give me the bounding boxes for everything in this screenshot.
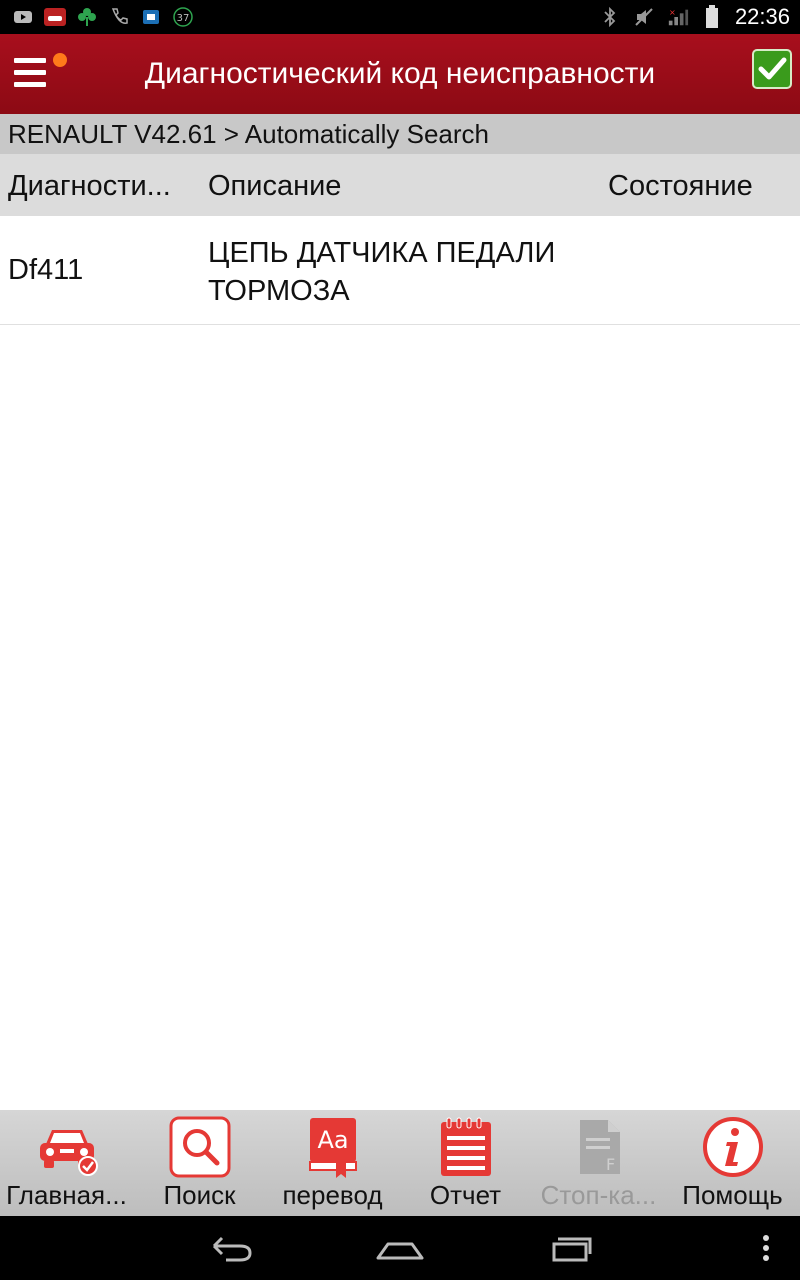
column-header-status[interactable]: Состояние [608, 154, 788, 216]
overflow-menu-icon [763, 1235, 769, 1261]
help-button-label: Помощь [682, 1180, 783, 1210]
youtube-icon [12, 7, 34, 27]
translate-button-label: перевод [282, 1180, 383, 1210]
dtc-code: Df411 [8, 254, 84, 286]
report-notepad-icon [440, 1117, 491, 1176]
badge-count: 37 [177, 13, 190, 24]
status-time: 22:36 [734, 4, 790, 29]
checkmark-icon [758, 57, 787, 80]
freeze-frame-icon: F [579, 1120, 620, 1174]
back-icon [212, 1236, 252, 1262]
page-title: Диагностический код неисправности [144, 57, 656, 90]
app-bar: Диагностический код неисправности [0, 34, 800, 114]
status-icons-left: 37 [12, 6, 194, 28]
report-button[interactable]: Отчет [399, 1110, 532, 1216]
clover-icon [76, 7, 98, 27]
svg-text:Aa: Aa [317, 1126, 348, 1154]
column-header-code[interactable]: Диагности... [8, 154, 193, 216]
home-button-label: Главная... [6, 1180, 127, 1210]
info-icon [702, 1117, 763, 1177]
status-icons-right: × 22:36 [599, 4, 790, 30]
freeze-frame-button[interactable]: F Стоп-ка... [532, 1110, 665, 1216]
navigation-bar [0, 1216, 800, 1280]
search-icon [169, 1116, 230, 1178]
svg-text:×: × [669, 7, 676, 17]
table-header: Диагности... Описание Состояние [0, 154, 800, 216]
battery-icon [701, 5, 723, 28]
home-nav-button[interactable] [370, 1228, 430, 1268]
freeze-frame-button-label: Стоп-ка... [540, 1180, 657, 1210]
svg-text:F: F [606, 1155, 615, 1174]
home-icon [376, 1242, 424, 1260]
badge-37-icon: 37 [172, 7, 194, 27]
bluetooth-icon [599, 6, 621, 28]
overflow-menu-button[interactable] [752, 1228, 782, 1268]
status-bar: 37 × 22:36 [0, 0, 800, 34]
search-button-label: Поиск [163, 1180, 236, 1210]
report-button-label: Отчет [429, 1180, 502, 1210]
mute-icon [633, 7, 655, 27]
recents-icon [552, 1237, 592, 1262]
car-app-icon [44, 7, 66, 27]
sim-card-icon [140, 7, 162, 27]
signal-icon: × [667, 7, 689, 27]
home-button[interactable]: Главная... [0, 1110, 133, 1216]
help-button[interactable]: Помощь [665, 1110, 800, 1216]
table-row[interactable]: Df411 ЦЕПЬ ДАТЧИКА ПЕДАЛИ ТОРМОЗА [0, 216, 800, 325]
translate-book-icon: Aa [308, 1118, 357, 1178]
car-check-icon [39, 1130, 98, 1176]
back-button[interactable] [200, 1228, 260, 1268]
translate-button[interactable]: Aa перевод [266, 1110, 399, 1216]
column-header-description[interactable]: Описание [208, 154, 588, 216]
confirm-button[interactable] [752, 49, 792, 89]
phone-icon [108, 7, 130, 27]
bottom-toolbar: Главная... Поиск Aa перевод Отчет F Стоп… [0, 1110, 800, 1216]
recents-button[interactable] [540, 1228, 600, 1268]
dtc-description: ЦЕПЬ ДАТЧИКА ПЕДАЛИ ТОРМОЗА [208, 237, 556, 307]
search-button[interactable]: Поиск [133, 1110, 266, 1216]
breadcrumb: RENAULT V42.61 > Automatically Search [0, 114, 800, 154]
